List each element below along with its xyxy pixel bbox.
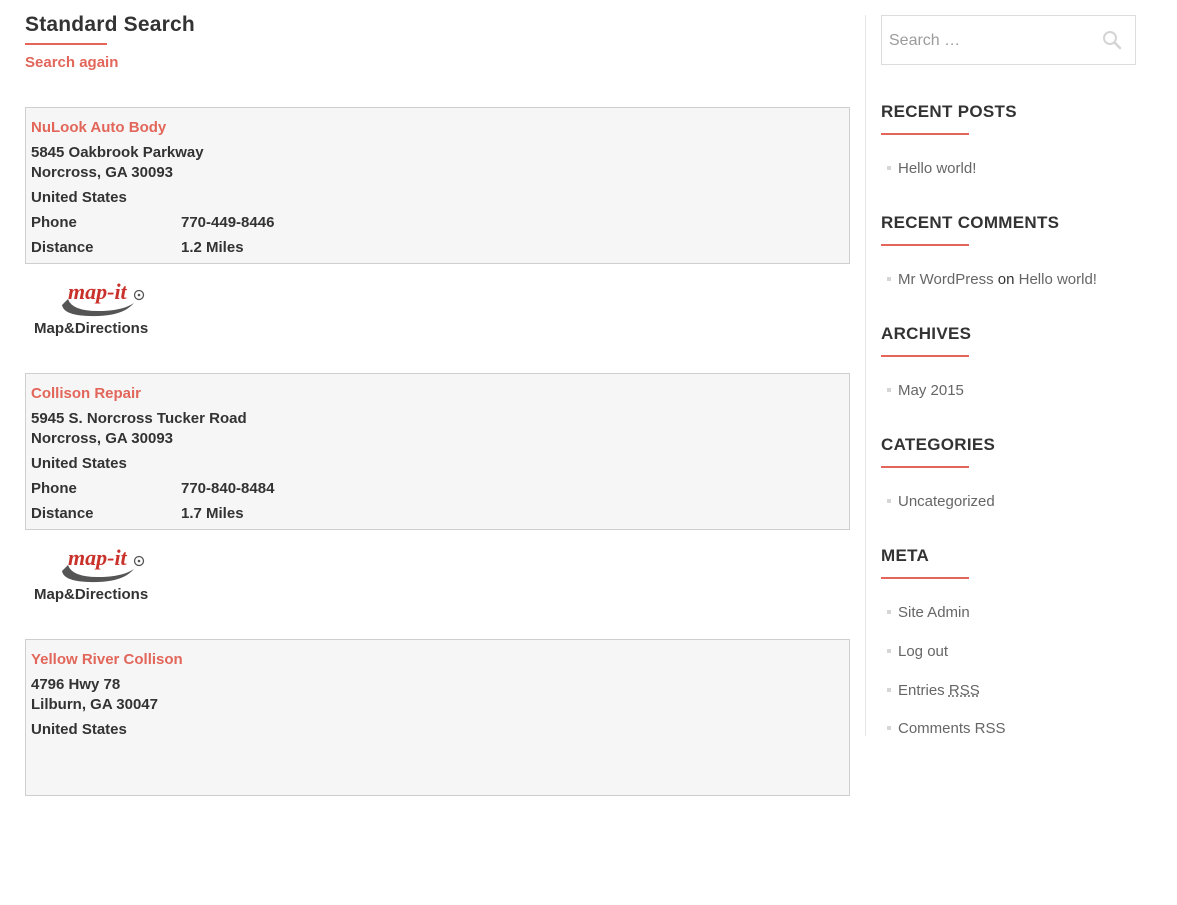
map-it-logo-text: map-it [68, 279, 128, 304]
page-title: Standard Search [25, 13, 195, 36]
map-it-logo-icon: map-it [62, 545, 145, 583]
map-directions-label: Map&Directions [34, 586, 149, 603]
result-name-link[interactable]: NuLook Auto Body [31, 119, 166, 136]
map-it-logo-icon: map-it [62, 279, 145, 317]
result-card: NuLook Auto Body 5845 Oakbrook Parkway N… [25, 107, 850, 264]
entries-rss-prefix: Entries [898, 682, 945, 699]
archives-underline [881, 355, 969, 357]
bullet-icon [887, 609, 891, 614]
recent-post-link[interactable]: Hello world! [898, 160, 976, 177]
categories-underline [881, 466, 969, 468]
phone-value: 770-840-8484 [181, 480, 275, 497]
phone-value: 770-449-8446 [181, 214, 275, 231]
bullet-icon [887, 387, 891, 392]
list-item: Site Admin [881, 604, 970, 621]
result-address-line2: Lilburn, GA 30047 [31, 696, 158, 713]
result-card: Yellow River Collison 4796 Hwy 78 Lilbur… [25, 639, 850, 796]
recent-posts-underline [881, 133, 969, 135]
bullet-icon [887, 276, 891, 281]
bullet-icon [887, 687, 891, 692]
result-name-link[interactable]: Collison Repair [31, 385, 141, 402]
result-country: United States [31, 189, 127, 206]
result-name-link[interactable]: Yellow River Collison [31, 651, 183, 668]
sidebar-divider [865, 15, 866, 736]
comment-on-text: on [997, 271, 1015, 288]
meta-title: META [881, 546, 930, 565]
result-country: United States [31, 455, 127, 472]
map-directions-label: Map&Directions [34, 320, 149, 337]
list-item: Entries RSS [881, 682, 980, 699]
map-directions-button[interactable]: map-it Map&Directions [34, 275, 164, 340]
sidebar-search-form [881, 15, 1136, 65]
category-link[interactable]: Uncategorized [898, 493, 995, 510]
list-item: Uncategorized [881, 493, 995, 510]
list-item: Hello world! [881, 160, 976, 177]
list-item: Yellow River Collison 4796 Hwy 78 Lilbur… [25, 639, 850, 905]
comment-author-link[interactable]: Mr WordPress [898, 271, 994, 288]
entries-rss-link[interactable]: Entries RSS [898, 682, 980, 699]
result-country: United States [31, 721, 127, 738]
result-address-line1: 5845 Oakbrook Parkway [31, 144, 204, 161]
categories-title: CATEGORIES [881, 435, 996, 454]
comment-post-link[interactable]: Hello world! [1019, 271, 1097, 288]
list-item: May 2015 [881, 382, 964, 399]
list-item: Comments RSS [881, 720, 1006, 737]
results-list: NuLook Auto Body 5845 Oakbrook Parkway N… [25, 107, 850, 905]
bullet-icon [887, 648, 891, 653]
comments-rss-link[interactable]: Comments RSS [898, 720, 1006, 737]
recent-comments-underline [881, 244, 969, 246]
map-it-logo-text: map-it [68, 545, 128, 570]
phone-label: Phone [31, 214, 77, 231]
meta-underline [881, 577, 969, 579]
list-item: Log out [881, 643, 948, 660]
title-underline [25, 43, 107, 45]
search-icon[interactable] [1102, 30, 1122, 50]
list-item: Collison Repair 5945 S. Norcross Tucker … [25, 373, 850, 639]
site-admin-link[interactable]: Site Admin [898, 604, 970, 621]
rss-abbr: RSS [948, 682, 980, 699]
log-out-link[interactable]: Log out [898, 643, 948, 660]
result-address-line2: Norcross, GA 30093 [31, 164, 174, 181]
list-item: Mr WordPress on Hello world! [881, 271, 1097, 288]
archives-title: ARCHIVES [881, 324, 972, 343]
phone-label: Phone [31, 480, 77, 497]
recent-posts-title: RECENT POSTS [881, 102, 1017, 121]
distance-label: Distance [31, 239, 94, 256]
result-address-line1: 5945 S. Norcross Tucker Road [31, 410, 247, 427]
distance-value: 1.7 Miles [181, 505, 244, 522]
distance-label: Distance [31, 505, 94, 522]
distance-value: 1.2 Miles [181, 239, 244, 256]
bullet-icon [887, 725, 891, 730]
result-address-line1: 4796 Hwy 78 [31, 676, 121, 693]
search-input[interactable] [887, 28, 1091, 54]
bullet-icon [887, 498, 891, 503]
list-item: NuLook Auto Body 5845 Oakbrook Parkway N… [25, 107, 850, 373]
bullet-icon [887, 165, 891, 170]
result-address-line2: Norcross, GA 30093 [31, 430, 174, 447]
result-card: Collison Repair 5945 S. Norcross Tucker … [25, 373, 850, 530]
recent-comments-title: RECENT COMMENTS [881, 213, 1060, 232]
search-again-link[interactable]: Search again [25, 54, 118, 71]
archive-link[interactable]: May 2015 [898, 382, 964, 399]
map-directions-button[interactable]: map-it Map&Directions [34, 541, 164, 606]
